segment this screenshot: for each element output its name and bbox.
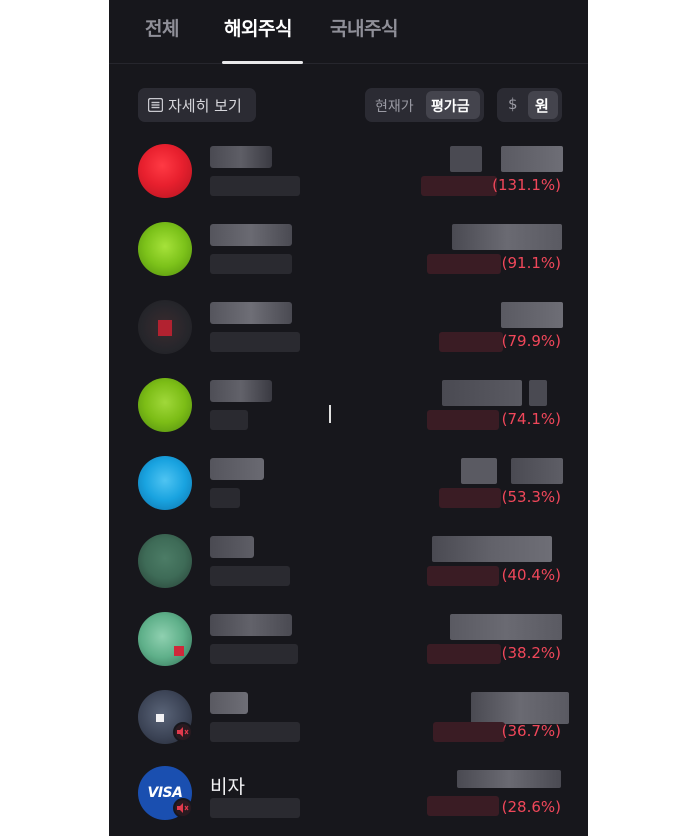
redacted-subtext [210,176,300,196]
stock-logo [138,378,192,432]
redacted-return-amount [427,796,499,816]
return-percentage: (36.7%) [501,722,561,740]
stock-logo [138,144,192,198]
tab-domestic-stocks[interactable]: 국내주식 [330,14,398,41]
return-percentage: (40.4%) [501,566,561,584]
redacted-value [511,458,563,484]
redacted-return-amount [433,722,505,742]
redacted-return-amount [427,410,499,430]
holding-row[interactable]: (74.1%) [109,374,588,452]
return-percentage: (74.1%) [501,410,561,428]
stock-logo [138,534,192,588]
stock-name: 비자 [210,776,245,798]
list-controls: 자세히 보기 현재가 평가금 $ 원 [109,86,588,124]
redacted-value [501,146,563,172]
redacted-subtext [210,488,240,508]
detail-view-button[interactable]: 자세히 보기 [138,88,256,122]
redacted-return-amount [427,254,501,274]
redacted-name [210,692,248,714]
return-percentage: (131.1%) [492,176,561,194]
redacted-value [501,302,563,328]
holding-row[interactable]: (131.1%) [109,140,588,218]
active-tab-indicator [222,61,303,64]
redacted-subtext [210,798,300,818]
holding-row[interactable]: VISA 비자 (28.6%) [109,764,588,836]
market-tab-bar: 전체 해외주식 국내주식 [109,0,588,64]
redacted-return-amount [439,332,503,352]
stock-logo [138,612,192,666]
redacted-name [210,302,292,324]
dollar-option[interactable]: $ [508,95,518,113]
return-percentage: (38.2%) [501,644,561,662]
redacted-return-amount [427,644,501,664]
redacted-return-amount [427,566,499,586]
return-percentage: (79.9%) [501,332,561,350]
stock-logo [138,456,192,510]
redacted-name [210,224,292,246]
list-icon [148,98,163,112]
speaker-muted-icon [173,722,193,742]
redacted-subtext [210,332,300,352]
redacted-subtext [210,644,298,664]
currency-toggle: $ 원 [497,88,562,122]
holding-row[interactable]: (91.1%) [109,218,588,296]
speaker-muted-icon [173,798,193,818]
valuation-option[interactable]: 평가금 [431,96,470,116]
current-price-option[interactable]: 현재가 [375,96,414,116]
return-percentage: (91.1%) [501,254,561,272]
redacted-name [210,614,292,636]
won-option[interactable]: 원 [535,95,549,116]
redacted-value [432,536,552,562]
redacted-subtext [210,410,248,430]
holding-row[interactable]: (36.7%) [109,686,588,764]
holding-row[interactable]: (79.9%) [109,296,588,374]
redacted-name [210,458,264,480]
tab-all[interactable]: 전체 [145,14,179,41]
redacted-subtext [210,722,300,742]
redacted-subtext [210,566,290,586]
stock-holdings-screen: 전체 해외주식 국내주식 자세히 보기 현재가 평가금 $ 원 (131.1%)… [109,0,588,836]
redacted-value [442,380,522,406]
return-percentage: (53.3%) [501,488,561,506]
stock-logo [138,300,192,354]
stock-logo [138,222,192,276]
redacted-value [450,146,482,172]
redacted-value [450,614,562,640]
redacted-name [210,146,272,168]
redacted-value [452,224,562,250]
redacted-value [471,692,569,724]
redacted-value [461,458,497,484]
detail-view-label: 자세히 보기 [168,96,242,115]
redacted-value [529,380,547,406]
redacted-name [210,380,272,402]
holding-row[interactable]: (53.3%) [109,452,588,530]
price-mode-toggle: 현재가 평가금 [365,88,484,122]
redacted-value [457,770,561,788]
text-cursor [329,405,331,423]
holding-row[interactable]: (40.4%) [109,530,588,608]
redacted-subtext [210,254,292,274]
redacted-return-amount [439,488,501,508]
return-percentage: (28.6%) [501,798,561,816]
redacted-return-amount [421,176,497,196]
redacted-name [210,536,254,558]
holding-row[interactable]: (38.2%) [109,608,588,686]
tab-overseas-stocks[interactable]: 해외주식 [224,14,292,41]
